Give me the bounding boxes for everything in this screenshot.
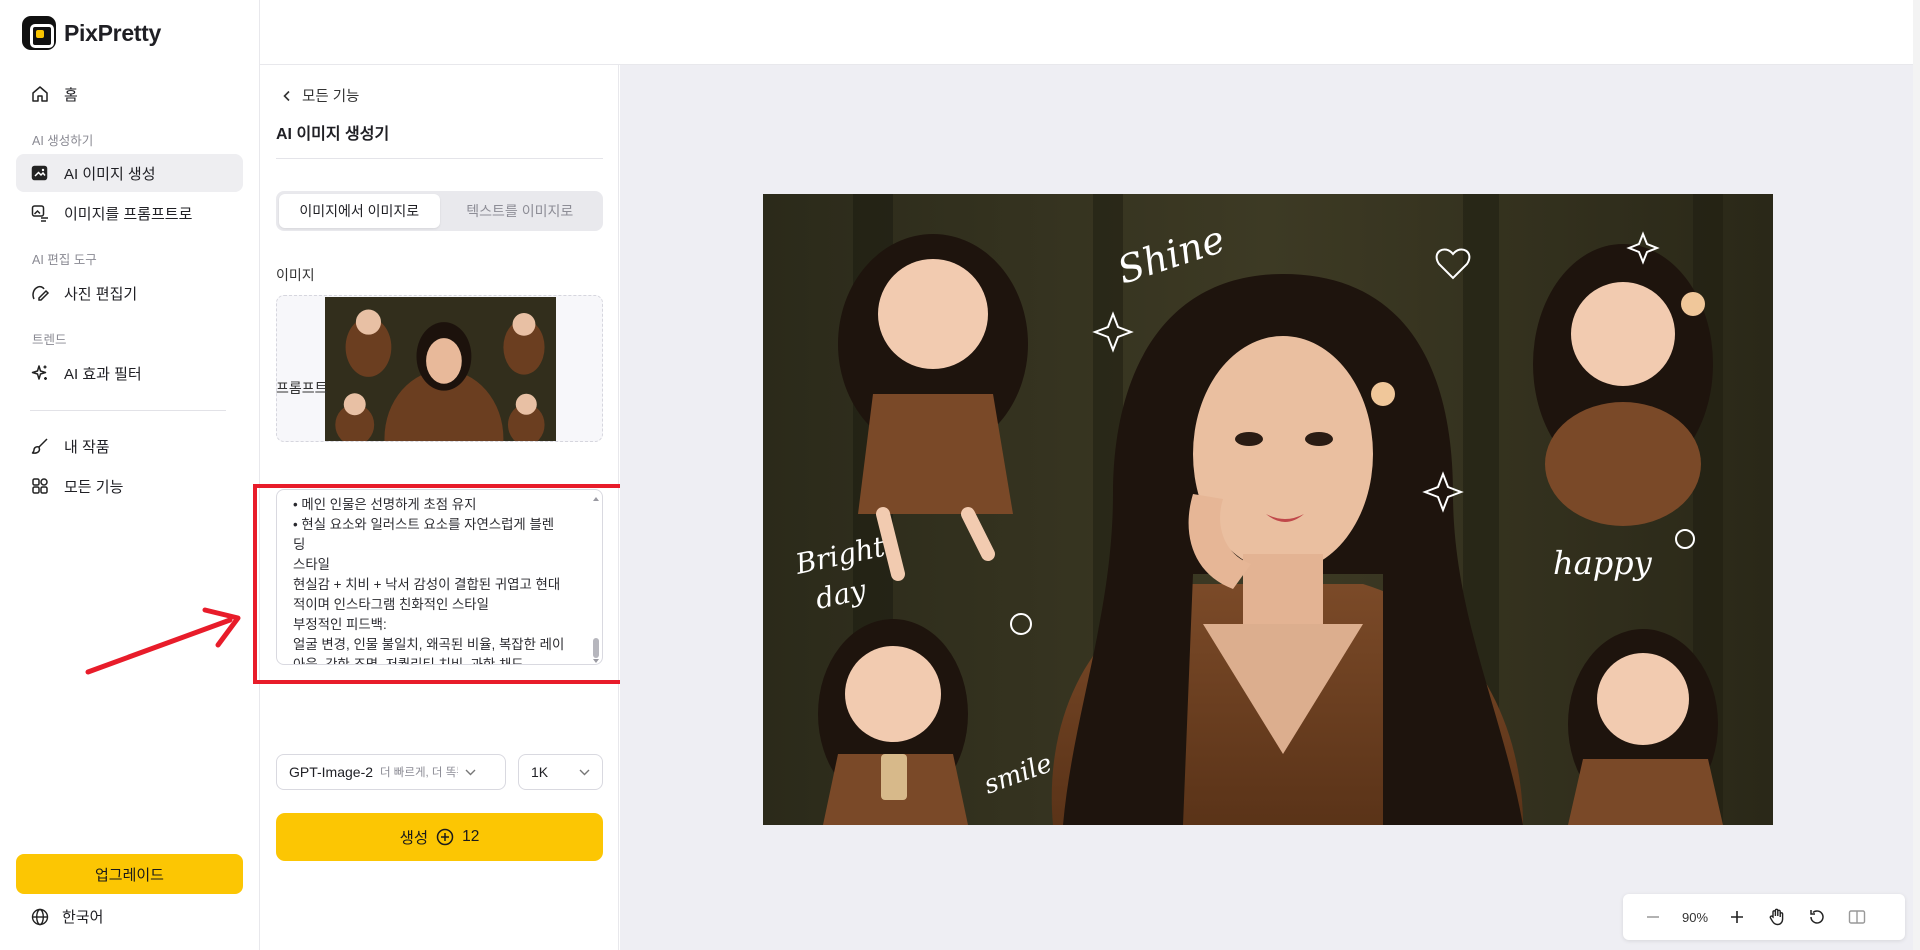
uploaded-image-thumbnail[interactable] — [325, 297, 556, 441]
sidebar-item-label: AI 이미지 생성 — [64, 165, 156, 183]
sidebar-item-ai-effect-filter[interactable]: AI 효과 필터 — [16, 354, 243, 392]
zoom-out-button[interactable] — [1633, 897, 1673, 937]
plus-icon — [1731, 911, 1743, 923]
sidebar-item-label: 사진 편집기 — [64, 285, 138, 303]
sidebar-item-home[interactable]: 홈 — [16, 75, 243, 113]
pan-button[interactable] — [1757, 897, 1797, 937]
model-name: GPT-Image-2 — [289, 764, 374, 780]
annotation-highlight-box — [253, 484, 639, 684]
sidebar-item-image-to-prompt[interactable]: 이미지를 프롬프트로 — [16, 194, 243, 232]
logo-text: PixPretty — [64, 19, 162, 46]
sidebar-item-label: AI 효과 필터 — [64, 365, 142, 383]
sidebar-item-ai-image-gen[interactable]: AI 이미지 생성 — [16, 154, 243, 192]
resolution-select[interactable]: 1K — [518, 754, 603, 790]
section-ai-generate: AI 생성하기 — [32, 134, 94, 148]
sidebar-item-my-works[interactable]: 내 작품 — [16, 427, 243, 465]
tab-text-to-image[interactable]: 텍스트를 이미지로 — [440, 194, 601, 228]
language-selector[interactable]: 한국어 — [30, 906, 103, 927]
doodle-text-happy: happy — [1553, 544, 1653, 582]
annotation-arrow — [85, 607, 241, 675]
chevron-down-icon — [465, 769, 476, 775]
compare-button[interactable] — [1837, 897, 1877, 937]
resolution-value: 1K — [531, 764, 549, 780]
model-hint: 더 빠르게, 더 똑똑하게 — [380, 767, 458, 779]
prompt-label: 프롬프트 — [276, 380, 328, 396]
image-to-text-icon — [31, 205, 48, 222]
page-title: AI 이미지 생성기 — [276, 126, 390, 143]
hand-icon — [1769, 908, 1784, 926]
sidebar-item-photo-editor[interactable]: 사진 편집기 — [16, 274, 243, 312]
back-label: 모든 기능 — [302, 89, 360, 105]
credit-count: 12 — [462, 828, 480, 845]
rotate-icon — [1810, 910, 1824, 924]
model-select[interactable]: GPT-Image-2 더 빠르게, 더 똑똑하게 — [276, 754, 506, 790]
brush-icon — [31, 438, 48, 454]
mode-tabs: 이미지에서 이미지로 텍스트를 이미지로 — [276, 191, 603, 231]
globe-icon — [31, 908, 49, 925]
section-trend: 트렌드 — [32, 333, 67, 347]
back-link[interactable]: 모든 기능 — [282, 85, 359, 106]
top-header — [260, 0, 1920, 65]
chevron-left-icon — [283, 90, 290, 101]
panel-divider — [276, 158, 603, 159]
photo-edit-icon — [32, 285, 50, 301]
sidebar-item-all-features[interactable]: 모든 기능 — [16, 467, 243, 505]
sidebar-item-label: 내 작품 — [64, 438, 110, 456]
home-icon — [32, 86, 48, 102]
zoom-toolbar: 90% — [1623, 894, 1905, 940]
logo-icon — [22, 16, 56, 50]
sidebar-item-label: 모든 기능 — [64, 478, 124, 496]
window-scrollbar[interactable] — [1913, 0, 1920, 950]
generate-button[interactable]: 생성 12 — [276, 813, 603, 861]
preview-canvas[interactable]: Shine Bright day happy smile 90% — [620, 65, 1920, 950]
credit-plus-icon — [436, 828, 454, 846]
image-magic-icon — [31, 165, 48, 181]
minus-icon — [1647, 916, 1659, 918]
sidebar: PixPretty 홈 AI 생성하기 AI 이미지 생성 이미지를 프롬프트로… — [0, 0, 260, 950]
sparkle-icon — [31, 365, 47, 380]
reset-button[interactable] — [1797, 897, 1837, 937]
tab-image-to-image[interactable]: 이미지에서 이미지로 — [279, 194, 440, 228]
generated-image-preview[interactable]: Shine Bright day happy smile — [763, 194, 1773, 825]
generate-label: 생성 — [399, 830, 429, 847]
image-label: 이미지 — [276, 267, 315, 283]
section-ai-edit: AI 편집 도구 — [32, 253, 97, 267]
sidebar-item-label: 홈 — [64, 86, 78, 104]
compare-icon — [1848, 910, 1866, 924]
image-upload-area[interactable] — [276, 295, 603, 442]
chevron-down-icon — [579, 769, 590, 775]
sidebar-divider — [30, 410, 226, 411]
grid-icon — [32, 478, 48, 494]
zoom-in-button[interactable] — [1717, 897, 1757, 937]
logo[interactable]: PixPretty — [22, 16, 161, 50]
sidebar-item-label: 이미지를 프롬프트로 — [64, 205, 193, 223]
zoom-level: 90% — [1681, 909, 1709, 925]
upgrade-button[interactable]: 업그레이드 — [16, 854, 243, 894]
language-label: 한국어 — [62, 909, 104, 926]
